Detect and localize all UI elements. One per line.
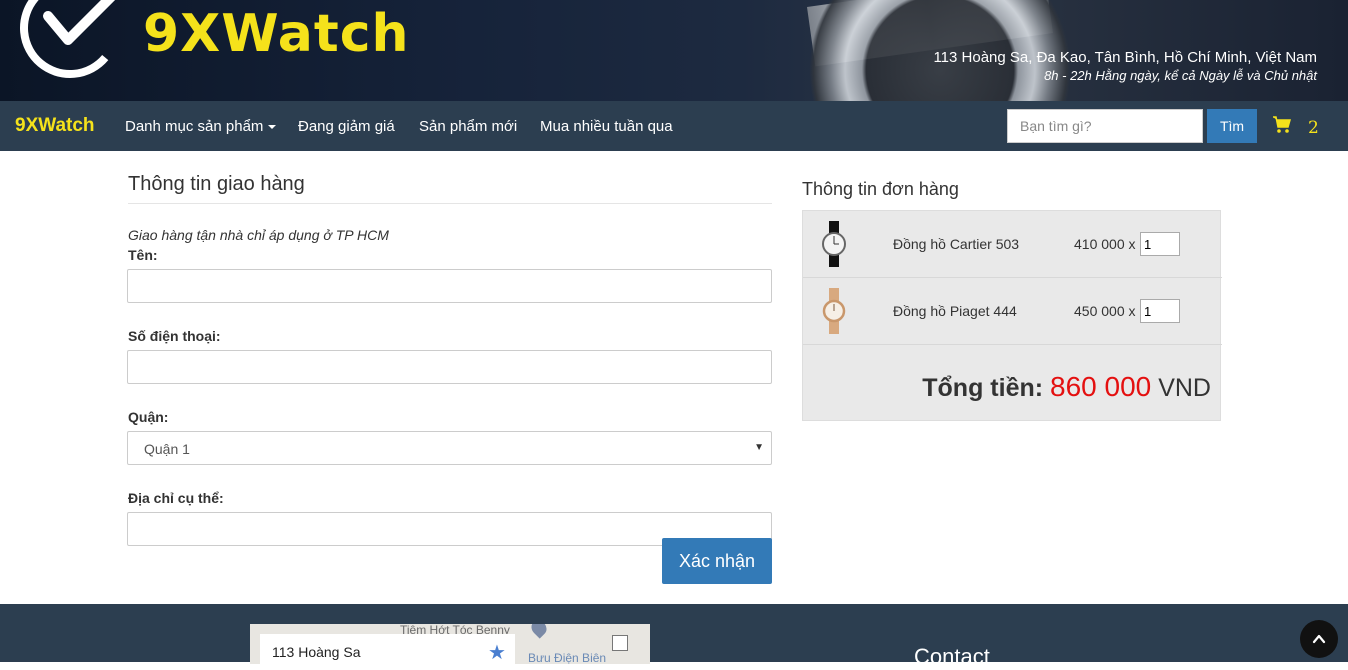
confirm-button[interactable]: Xác nhận [662, 538, 772, 584]
district-selected-value: Quận 1 [144, 441, 190, 457]
order-item-price: 450 000 x [1074, 303, 1136, 319]
quantity-input[interactable] [1140, 232, 1180, 256]
map-poi-label: Bưu Điện Biên [528, 651, 607, 664]
cart-count-badge[interactable]: 2 [1308, 118, 1319, 138]
map-fullscreen-icon[interactable] [612, 635, 628, 651]
nav-item-new-products[interactable]: Sản phẩm mới [419, 118, 517, 135]
address-label: Địa chỉ cụ thể: [128, 490, 224, 506]
total-currency: VND [1158, 374, 1211, 402]
banner-brand[interactable]: 9XWatch [143, 4, 410, 64]
name-field[interactable] [127, 269, 772, 303]
district-label: Quận: [128, 409, 169, 425]
district-select[interactable]: Quận 1 ▼ [127, 431, 772, 465]
total-value: 860 000 [1050, 371, 1152, 402]
nav-item-label: Danh mục sản phẩm [125, 118, 264, 135]
order-item: Đồng hồ Cartier 503 410 000 x [803, 211, 1222, 278]
navbar-brand[interactable]: 9XWatch [15, 115, 95, 137]
shipping-form: Thông tin giao hàng Giao hàng tận nhà ch… [127, 173, 772, 546]
quantity-input[interactable] [1140, 299, 1180, 323]
phone-field[interactable] [127, 350, 772, 384]
shipping-note: Giao hàng tận nhà chỉ áp dụng ở TP HCM [128, 227, 389, 243]
order-item: Đồng hồ Piaget 444 450 000 x [803, 278, 1222, 345]
order-item-name[interactable]: Đồng hồ Cartier 503 [893, 236, 1019, 252]
order-item-name[interactable]: Đồng hồ Piaget 444 [893, 303, 1017, 319]
chevron-down-icon [268, 125, 277, 130]
contact-heading: Contact [914, 644, 990, 669]
store-address: 113 Hoàng Sa, Đa Kao, Tân Bình, Hồ Chí M… [933, 49, 1317, 66]
shipping-title: Thông tin giao hàng [128, 173, 772, 204]
order-summary: Đồng hồ Cartier 503 410 000 x Đồng hồ Pi… [802, 210, 1222, 421]
order-title: Thông tin đơn hàng [802, 179, 959, 199]
map-address: 113 Hoàng Sa [272, 644, 361, 660]
black-strap-watch-icon [822, 221, 846, 267]
star-icon[interactable]: ★ [488, 640, 506, 664]
logo-icon[interactable] [18, 0, 122, 82]
total-label: Tổng tiền: [922, 374, 1044, 402]
footer: Tiệm Hớt Tóc Benny Bưu Điện Biên 113 Hoà… [0, 604, 1348, 669]
nav-item-categories[interactable]: Danh mục sản phẩm [125, 118, 277, 135]
gold-bracelet-watch-icon [822, 288, 846, 334]
chevron-up-icon [1312, 634, 1326, 644]
search-button[interactable]: Tìm [1207, 109, 1257, 143]
order-item-price: 410 000 x [1074, 236, 1136, 252]
phone-label: Số điện thoại: [128, 328, 221, 344]
scroll-to-top-button[interactable] [1300, 620, 1338, 658]
search-input[interactable] [1007, 109, 1203, 143]
order-total: Tổng tiền: 860 000 VND [922, 371, 1211, 403]
dropdown-arrow-icon: ▼ [754, 442, 764, 453]
store-hours: 8h - 22h Hằng ngày, kể cả Ngày lễ và Chủ… [1044, 68, 1317, 83]
shopping-cart-icon[interactable] [1272, 115, 1292, 135]
header-banner: 9XWatch 113 Hoàng Sa, Đa Kao, Tân Bình, … [0, 0, 1348, 101]
main-navbar: 9XWatch Danh mục sản phẩm Đang giảm giá … [0, 101, 1348, 151]
store-map[interactable]: Tiệm Hớt Tóc Benny Bưu Điện Biên 113 Hoà… [250, 624, 650, 664]
name-label: Tên: [128, 247, 158, 263]
map-info-card: 113 Hoàng Sa [260, 634, 515, 664]
nav-item-best-sellers[interactable]: Mua nhiều tuần qua [540, 118, 673, 135]
map-pin-icon [528, 624, 550, 639]
nav-item-on-sale[interactable]: Đang giảm giá [298, 118, 395, 135]
